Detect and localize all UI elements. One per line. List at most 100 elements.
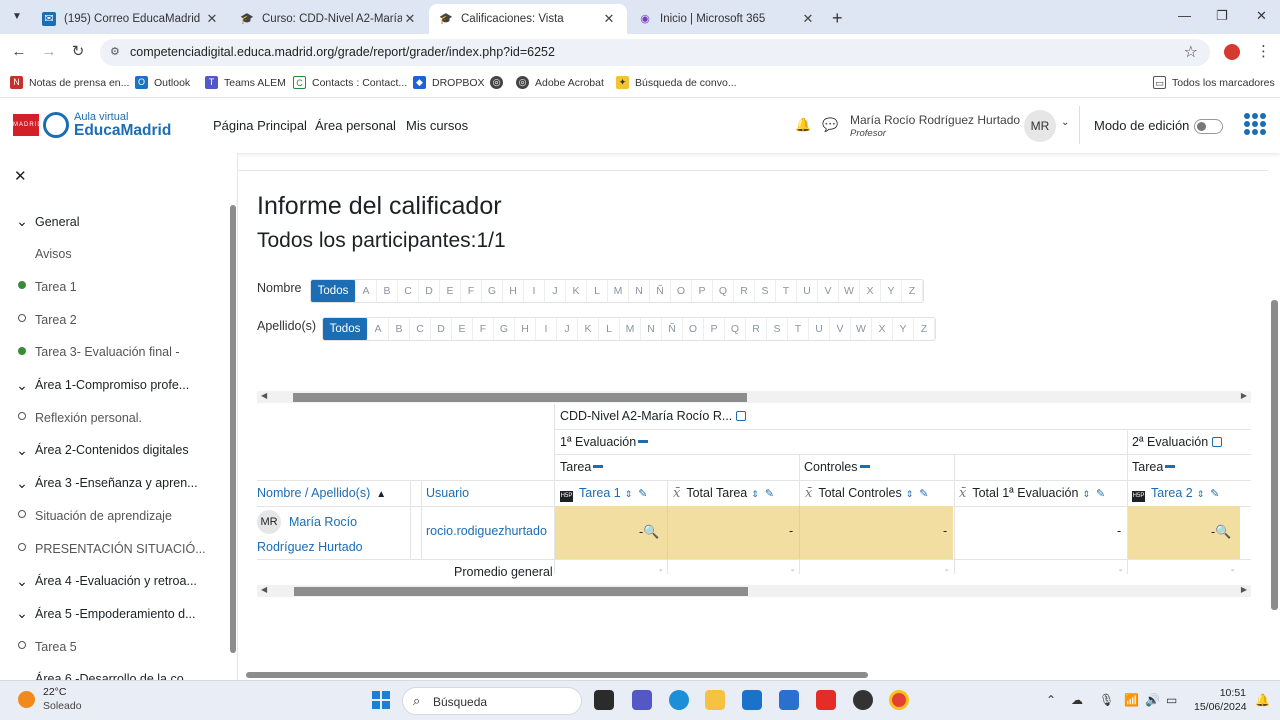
student-username[interactable]: rocio.rodiguezhurtado xyxy=(426,524,547,538)
first-name-letter-button[interactable]: T xyxy=(776,280,797,302)
grade-total-tarea[interactable]: - xyxy=(789,524,793,538)
bookmark-item[interactable]: ◎ xyxy=(490,76,509,89)
grade-tarea2[interactable]: -🔍 xyxy=(1211,524,1231,540)
student-surname[interactable]: Rodríguez Hurtado xyxy=(257,540,363,554)
last-name-letter-button[interactable]: E xyxy=(452,318,473,340)
first-name-letter-button[interactable]: H xyxy=(503,280,524,302)
last-name-letter-button[interactable]: H xyxy=(515,318,536,340)
last-name-letter-button[interactable]: K xyxy=(578,318,599,340)
last-name-all-button[interactable]: Todos xyxy=(323,318,368,340)
youtube-icon[interactable] xyxy=(816,690,836,710)
first-name-letter-button[interactable]: Ñ xyxy=(650,280,671,302)
taskbar-search[interactable]: ⌕ Búsqueda xyxy=(402,687,582,715)
first-name-letter-button[interactable]: C xyxy=(398,280,419,302)
category-expand-icon[interactable] xyxy=(1212,437,1223,447)
app-grid-icon[interactable] xyxy=(1244,113,1266,135)
first-name-letter-button[interactable]: N xyxy=(629,280,650,302)
course-section-item[interactable]: ⌄ Área 4 -Evaluación y retroa... xyxy=(0,565,228,598)
edit-pencil-icon[interactable]: ✎ xyxy=(1096,488,1105,500)
bookmark-item[interactable]: N Notas de prensa en... xyxy=(10,76,129,89)
student-avatar[interactable]: MR xyxy=(257,510,281,534)
first-name-letter-button[interactable]: J xyxy=(545,280,566,302)
course-activity-item[interactable]: Tarea 3- Evaluación final - xyxy=(0,336,228,369)
edit-pencil-icon[interactable]: ✎ xyxy=(919,488,928,500)
controles-category-header[interactable]: Controles xyxy=(804,460,870,474)
category-collapse-icon[interactable] xyxy=(859,465,870,468)
last-name-letter-button[interactable]: A xyxy=(368,318,389,340)
microphone-icon[interactable]: 🎙 xyxy=(1099,693,1114,707)
minimize-icon[interactable]: — xyxy=(1178,8,1191,23)
zoom-icon[interactable]: 🔍 xyxy=(643,524,659,539)
educamadrid-logo-icon[interactable] xyxy=(43,112,69,138)
grade-total-eval1[interactable]: - xyxy=(1117,524,1121,538)
first-name-all-button[interactable]: Todos xyxy=(311,280,356,302)
first-name-letter-button[interactable]: X xyxy=(860,280,881,302)
drawer-scrollbar[interactable] xyxy=(230,205,236,653)
scrollbar-thumb[interactable] xyxy=(294,587,748,596)
notification-bell-icon[interactable]: 🔔 xyxy=(1255,693,1270,707)
first-name-letter-button[interactable]: G xyxy=(482,280,503,302)
close-tab-icon[interactable]: ✕ xyxy=(601,11,617,27)
tab-list-chevron-icon[interactable]: ▼ xyxy=(8,8,26,26)
onedrive-cloud-icon[interactable]: ☁ xyxy=(1071,693,1083,707)
user-menu-chevron-icon[interactable]: ⌄ xyxy=(1061,117,1069,128)
first-name-letter-button[interactable]: S xyxy=(755,280,776,302)
nav-dashboard[interactable]: Área personal xyxy=(315,118,396,133)
show-hidden-icons-chevron[interactable]: ⌃ xyxy=(1046,693,1056,707)
name-column-header[interactable]: Nombre / Apellido(s) ▲ xyxy=(257,486,386,500)
file-explorer-icon[interactable] xyxy=(705,690,725,710)
student-name[interactable]: María Rocío xyxy=(289,515,357,529)
maximize-icon[interactable]: ❐ xyxy=(1216,8,1228,24)
first-name-letter-button[interactable]: W xyxy=(839,280,860,302)
teams-icon[interactable] xyxy=(632,690,652,710)
browser-tab-grades[interactable]: 🎓 Calificaciones: Vista ✕ xyxy=(429,4,627,34)
browser-tab-m365[interactable]: ◉ Inicio | Microsoft 365 ✕ xyxy=(628,4,826,34)
course-section-item[interactable]: ⌄ Área 2-Contenidos digitales xyxy=(0,434,228,467)
close-drawer-icon[interactable]: ✕ xyxy=(14,167,27,185)
tarea-category-header[interactable]: Tarea xyxy=(560,460,604,474)
site-info-icon[interactable]: ⚙ xyxy=(110,45,120,58)
scrollbar-thumb[interactable] xyxy=(293,393,747,402)
edit-pencil-icon[interactable]: ✎ xyxy=(638,488,647,500)
user-name[interactable]: María Rocío Rodríguez Hurtado xyxy=(850,113,1020,127)
total-tarea-column-header[interactable]: x̄ Total Tarea ⇕ ✎ xyxy=(673,486,774,501)
last-name-letter-button[interactable]: P xyxy=(704,318,725,340)
course-activity-item[interactable]: Tarea 5 xyxy=(0,630,228,663)
last-name-letter-button[interactable]: U xyxy=(809,318,830,340)
page-scrollbar[interactable] xyxy=(1271,300,1278,610)
last-name-letter-button[interactable]: G xyxy=(494,318,515,340)
category-collapse-icon[interactable] xyxy=(638,440,649,443)
grade-total-controles[interactable]: - xyxy=(943,524,947,538)
category-collapse-icon[interactable] xyxy=(1165,465,1176,468)
page-horizontal-scrollbar[interactable] xyxy=(246,672,868,678)
sort-icon[interactable]: ⇕ xyxy=(906,489,914,499)
nav-my-courses[interactable]: Mis cursos xyxy=(406,118,468,133)
notifications-bell-icon[interactable]: 🔔 xyxy=(795,117,811,133)
last-name-letter-button[interactable]: V xyxy=(830,318,851,340)
first-name-letter-button[interactable]: F xyxy=(461,280,482,302)
forward-icon[interactable]: → xyxy=(40,43,58,61)
last-name-letter-button[interactable]: S xyxy=(767,318,788,340)
last-name-letter-button[interactable]: N xyxy=(641,318,662,340)
first-name-letter-button[interactable]: A xyxy=(356,280,377,302)
first-name-letter-button[interactable]: M xyxy=(608,280,629,302)
reload-icon[interactable]: ↻ xyxy=(69,43,87,61)
browser-menu-icon[interactable]: ⋮ xyxy=(1256,42,1271,60)
table-horizontal-scrollbar-top[interactable]: ◀ ▶ xyxy=(257,391,1251,403)
last-name-letter-button[interactable]: X xyxy=(872,318,893,340)
sort-icon[interactable]: ⇕ xyxy=(625,489,633,499)
wifi-icon[interactable]: 📶 xyxy=(1124,693,1139,707)
course-section-item[interactable]: ⌄ Área 6 -Desarrollo de la co... xyxy=(0,663,228,680)
logo-title[interactable]: EducaMadrid xyxy=(74,122,171,140)
last-name-letter-button[interactable]: Y xyxy=(893,318,914,340)
user-avatar[interactable]: MR xyxy=(1024,110,1056,142)
last-name-letter-button[interactable]: L xyxy=(599,318,620,340)
back-icon[interactable]: ← xyxy=(10,43,28,61)
bookmark-item[interactable]: O Outlook xyxy=(135,76,190,89)
category-collapse-icon[interactable] xyxy=(593,465,604,468)
first-name-letter-button[interactable]: P xyxy=(692,280,713,302)
category-expand-icon[interactable] xyxy=(736,411,747,421)
edge-icon[interactable] xyxy=(669,690,689,710)
last-name-letter-button[interactable]: B xyxy=(389,318,410,340)
course-section-item[interactable]: ⌄ Área 3 -Enseñanza y apren... xyxy=(0,467,228,500)
